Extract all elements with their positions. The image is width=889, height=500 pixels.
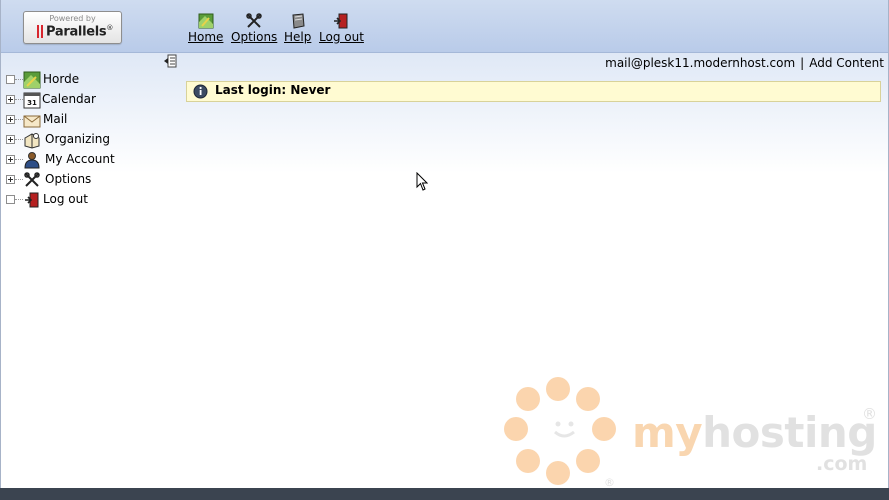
parallels-bars-icon — [37, 25, 43, 38]
sidebar-item-organizing[interactable]: Organizing — [6, 130, 166, 150]
tree-connector — [15, 179, 23, 180]
watermark-registered: ® — [862, 405, 877, 423]
myhosting-watermark: myhosting .com ® ® — [500, 375, 889, 489]
mouse-cursor-icon — [416, 172, 428, 191]
tree-connector — [15, 139, 23, 140]
nav-home[interactable]: Home — [188, 12, 223, 44]
expand-icon[interactable] — [6, 175, 15, 184]
top-toolbar: Powered by Parallels® Home Options Help — [1, 0, 888, 53]
user-bar: mail@plesk11.modernhost.com | Add Content — [605, 54, 888, 73]
svg-text:31: 31 — [27, 99, 37, 107]
tree-connector — [15, 79, 23, 80]
nav-logout[interactable]: Log out — [319, 12, 364, 44]
collapse-sidebar-icon[interactable] — [163, 54, 177, 68]
watermark-flower-icon — [500, 375, 630, 488]
mail-envelope-icon — [23, 115, 41, 128]
horde-icon — [23, 71, 41, 89]
smile-face-icon — [554, 421, 575, 438]
userbar-separator: | — [800, 56, 805, 70]
user-email: mail@plesk11.modernhost.com — [605, 56, 796, 70]
nav-options-label: Options — [231, 30, 278, 44]
sidebar-item-my-account[interactable]: My Account — [6, 150, 166, 170]
bottom-strip — [0, 488, 889, 500]
info-icon — [193, 84, 208, 99]
nav-help-label: Help — [284, 30, 312, 44]
logo-powered-by: Powered by — [49, 14, 96, 23]
organizing-icon — [24, 133, 40, 149]
last-login-text: Last login: Never — [215, 83, 331, 97]
home-map-icon — [198, 13, 214, 29]
sidebar-item-mail[interactable]: Mail — [6, 110, 166, 130]
last-login-notice: Last login: Never — [186, 81, 881, 102]
expand-icon[interactable] — [6, 155, 15, 164]
calendar-icon: 31 — [23, 92, 41, 109]
logout-door-icon — [25, 192, 39, 208]
nav-logout-label: Log out — [319, 30, 364, 44]
sidebar-item-options[interactable]: Options — [6, 170, 166, 190]
sidebar-item-log-out[interactable]: Log out — [6, 190, 166, 210]
expand-icon[interactable] — [6, 115, 15, 124]
watermark-wordmark: myhosting — [632, 408, 877, 457]
nav-home-label: Home — [188, 30, 224, 44]
sidebar-item-label: Organizing — [45, 132, 110, 146]
sidebar-item-label: Options — [45, 172, 92, 186]
logout-door-icon — [334, 13, 348, 29]
options-tools-icon — [246, 13, 262, 28]
tree-connector — [15, 199, 23, 200]
sidebar-item-label: My Account — [45, 152, 115, 166]
logo-brand: Parallels® — [46, 24, 114, 40]
nav-options[interactable]: Options — [231, 12, 277, 44]
tree-leaf-box — [6, 195, 15, 204]
parallels-logo[interactable]: Powered by Parallels® — [23, 11, 122, 44]
sidebar-item-label: Log out — [43, 192, 88, 206]
expand-icon[interactable] — [6, 95, 15, 104]
tree-connector — [15, 159, 23, 160]
expand-icon[interactable] — [6, 135, 15, 144]
sidebar-tree: Horde 31 Calendar Mail Organizing My Acc… — [6, 70, 166, 210]
watermark-com: .com — [816, 453, 868, 475]
account-person-icon — [24, 152, 40, 169]
sidebar-item-horde[interactable]: Horde — [6, 70, 166, 90]
sidebar-item-label: Calendar — [42, 92, 96, 106]
add-content-link[interactable]: Add Content — [809, 56, 884, 70]
tree-connector — [15, 99, 23, 100]
tree-connector — [15, 119, 23, 120]
help-book-icon — [292, 13, 305, 29]
sidebar-item-calendar[interactable]: 31 Calendar — [6, 90, 166, 110]
nav-help[interactable]: Help — [284, 12, 311, 44]
tree-leaf-box — [6, 75, 15, 84]
options-tools-icon — [24, 172, 40, 187]
sidebar-item-label: Horde — [43, 72, 80, 86]
sidebar-item-label: Mail — [43, 112, 68, 126]
